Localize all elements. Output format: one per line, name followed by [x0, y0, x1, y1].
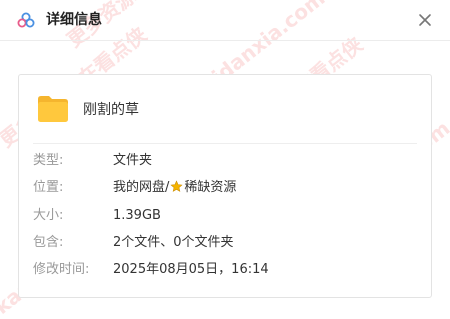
- detail-label: 类型:: [33, 153, 64, 168]
- detail-value: 1.39GB: [113, 208, 161, 223]
- details-card: 刚割的草 类型: 文件夹 位置: 我的网盘/稀缺资源 大小: 1.39GB 包含…: [18, 74, 432, 298]
- detail-label: 位置:: [33, 180, 64, 195]
- detail-label: 修改时间:: [33, 262, 90, 277]
- detail-value: 2个文件、0个文件夹: [113, 235, 234, 250]
- detail-value: 2025年08月05日，16:14: [113, 262, 269, 277]
- location-path: 我的网盘/: [113, 180, 170, 195]
- dialog-header: 详细信息: [0, 0, 450, 41]
- app-logo-icon: [17, 12, 35, 28]
- close-icon[interactable]: [416, 11, 434, 29]
- detail-value: 文件夹: [113, 153, 153, 168]
- divider: [33, 143, 417, 144]
- detail-label: 大小:: [33, 208, 64, 223]
- detail-label: 包含:: [33, 235, 64, 250]
- location-value[interactable]: 我的网盘/稀缺资源: [113, 178, 236, 198]
- folder-icon: [38, 96, 68, 122]
- star-icon: [170, 180, 183, 192]
- dialog-title: 详细信息: [46, 12, 102, 28]
- location-folder: 稀缺资源: [184, 180, 237, 195]
- folder-name: 刚割的草: [83, 102, 139, 118]
